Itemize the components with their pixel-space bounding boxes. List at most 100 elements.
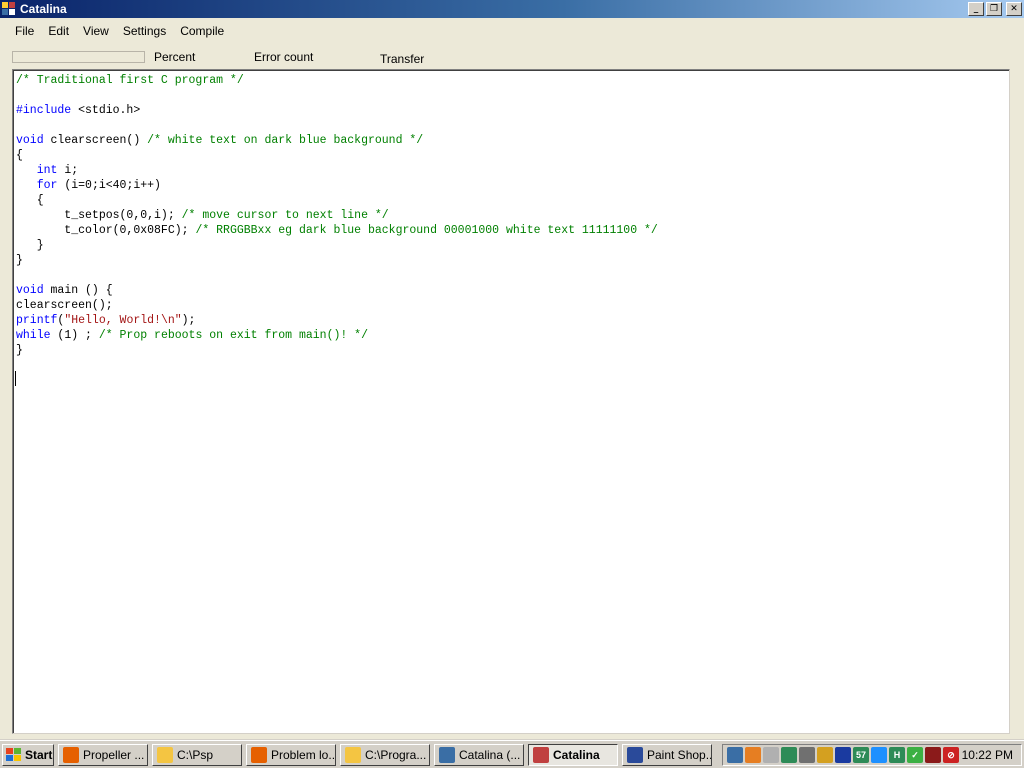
error-count-label: Error count [254,50,314,64]
taskbar-button[interactable]: Problem lo... [246,744,336,766]
catalina-app-icon[interactable] [2,2,16,16]
restore-button[interactable]: ❐ [986,2,1002,16]
code-line: for (i=0;i<40;i++) [16,178,161,193]
code-line: int i; [16,163,78,178]
menu-edit[interactable]: Edit [41,19,76,43]
taskbar-button[interactable]: Catalina (... [434,744,524,766]
code-line: clearscreen(); [16,298,113,313]
code-token: { [16,194,44,207]
code-token: /* Prop reboots on exit from main()! */ [98,329,368,342]
window-title: Catalina [20,2,67,16]
monitor-icon[interactable] [835,747,851,763]
start-button[interactable]: Start [2,744,54,766]
code-token: main () { [43,284,113,297]
code-token: (i=0;i<40;i++) [57,179,161,192]
code-token: t_color(0,0x08FC); [16,224,196,237]
catalina-icon [533,747,549,763]
code-line: void main () { [16,283,113,298]
folder-icon [157,747,173,763]
code-token: <stdio.h> [71,104,141,117]
start-label: Start [25,748,53,762]
code-token: /* RRGGBBxx eg dark blue background 0000… [195,224,658,237]
tool-icon[interactable] [817,747,833,763]
menu-compile[interactable]: Compile [173,19,231,43]
taskbar-button-label: Catalina [553,748,600,762]
code-token: } [16,344,23,357]
minimize-button[interactable]: _ [968,2,984,16]
taskbar-button-label: Paint Shop... [647,748,712,762]
percent-label: Percent [154,50,196,64]
java-icon[interactable] [745,747,761,763]
messenger-icon[interactable] [871,747,887,763]
code-line: } [16,253,23,268]
code-line: #include <stdio.h> [16,103,140,118]
shield-check-icon[interactable]: ✓ [907,747,923,763]
code-token: { [16,149,23,162]
code-line: t_setpos(0,0,i); /* move cursor to next … [16,208,389,223]
paint-shop-icon [627,747,643,763]
code-token: /* white text on dark blue background */ [147,134,424,147]
meter-icon[interactable] [925,747,941,763]
taskbar-button[interactable]: Paint Shop... [622,744,712,766]
code-token: /* Traditional first C program */ [16,74,244,87]
taskbar-button[interactable]: Catalina [528,744,618,766]
taskbar-button-label: Catalina (... [459,748,521,762]
code-token: void [16,134,44,147]
firefox-icon [63,747,79,763]
code-line: printf("Hello, World!\n"); [16,313,195,328]
blocked-icon[interactable]: ⊘ [943,747,959,763]
code-line: } [16,238,44,253]
code-token: (1) ; [50,329,99,342]
usb-icon[interactable] [781,747,797,763]
code-token: i; [57,164,79,177]
console-icon [439,747,455,763]
code-token: printf [16,314,58,327]
taskbar-button[interactable]: C:\Psp [152,744,242,766]
code-editor[interactable]: /* Traditional first C program */ #includ… [12,69,1010,734]
code-token: ); [181,314,196,327]
clock[interactable]: 10:22 PM [962,748,1013,762]
code-token: t_setpos(0,0,i); [16,209,182,222]
code-token: while [16,329,51,342]
transfer-label: Transfer [380,52,425,66]
taskbar-button[interactable]: Propeller ... [58,744,148,766]
code-token: "Hello, World!\n" [64,314,182,327]
code-line: { [16,148,23,163]
menu-file[interactable]: File [8,19,41,43]
taskbar-button-label: Problem lo... [271,748,336,762]
taskbar-button-label: C:\Psp [177,748,214,762]
close-button[interactable]: ✕ [1006,2,1022,16]
taskbar-button[interactable]: C:\Progra... [340,744,430,766]
code-token: } [16,239,44,252]
code-line: void clearscreen() /* white text on dark… [16,133,423,148]
progress-bar [12,51,145,63]
code-token: clearscreen(); [16,299,113,312]
firefox-icon [251,747,267,763]
code-line: { [16,193,44,208]
code-line: t_color(0,0x08FC); /* RRGGBBxx eg dark b… [16,223,658,238]
code-token: #include [16,104,72,117]
taskbar-button-label: Propeller ... [83,748,145,762]
counter-icon[interactable]: 57 [853,747,869,763]
app-h-icon[interactable]: H [889,747,905,763]
code-token: for [36,179,58,192]
speaker-icon[interactable] [799,747,815,763]
menu-view[interactable]: View [76,19,116,43]
code-token: /* move cursor to next line */ [181,209,389,222]
code-token: void [16,284,44,297]
code-token: int [36,164,58,177]
title-bar: Catalina _ ❐ ✕ [0,0,1024,18]
folder-icon [345,747,361,763]
text-caret [15,371,16,386]
menu-bar: File Edit View Settings Compile [0,19,1024,43]
network-icon[interactable] [727,747,743,763]
windows-logo-icon [6,748,22,762]
code-line: while (1) ; /* Prop reboots on exit from… [16,328,368,343]
menu-settings[interactable]: Settings [116,19,173,43]
status-strip: Percent Error count Transfer [0,44,1024,68]
code-line: } [16,343,23,358]
system-tray: 57 H ✓ ⊘ 10:22 PM [722,744,1022,766]
display-icon[interactable] [763,747,779,763]
code-token: } [16,254,23,267]
